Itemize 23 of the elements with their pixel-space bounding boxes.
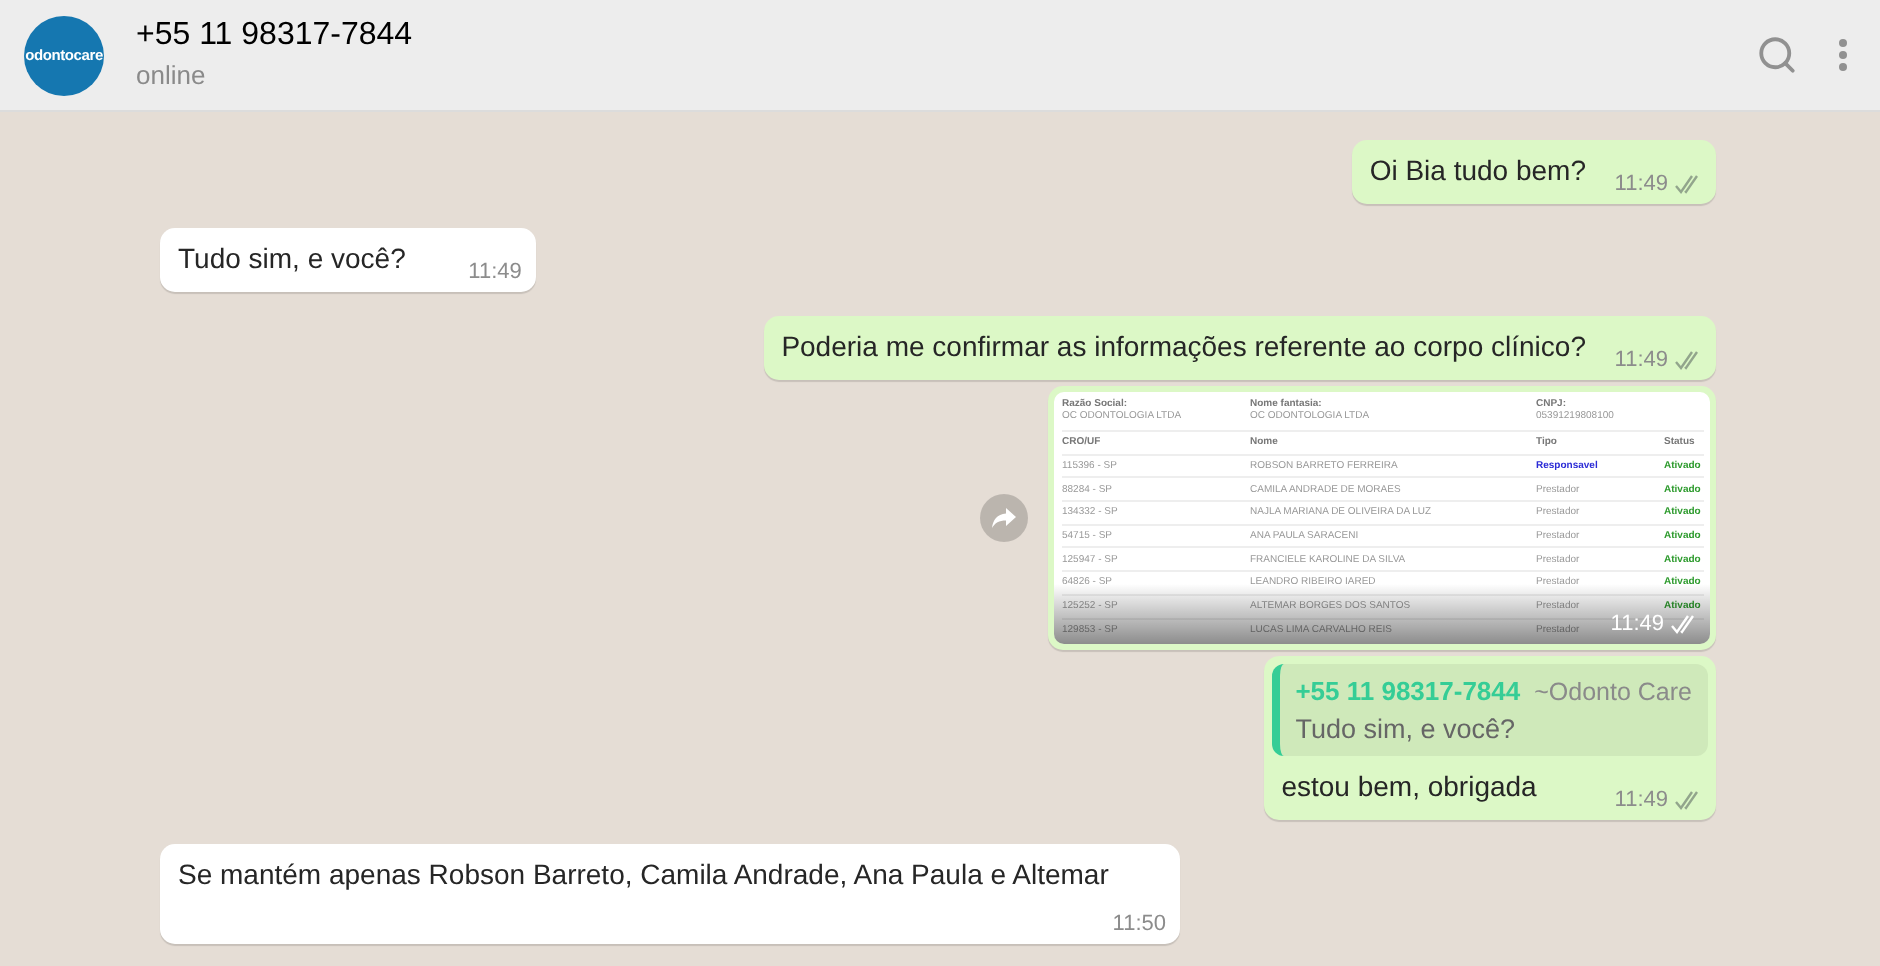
search-icon	[1756, 34, 1798, 76]
message-text: estou bem, obrigada	[1281, 770, 1537, 802]
message-time: 11:49	[1614, 788, 1668, 812]
menu-icon	[1838, 38, 1848, 72]
message-time: 11:50	[1112, 912, 1166, 936]
message-text: Oi Bia tudo bem?	[1369, 154, 1586, 186]
forward-icon	[992, 508, 1016, 528]
message-time: 11:49	[1614, 348, 1668, 372]
contact-name: +55 11 98317-7844	[136, 16, 415, 56]
menu-button[interactable]	[1838, 38, 1848, 72]
message-text: Poderia me confirmar as informações referente ao corpo clínico?	[781, 330, 1586, 362]
search-button[interactable]	[1756, 34, 1798, 76]
message-text: Se mantém apenas Robson Barreto, Camila Andrade, Ana Paula e Altemar	[178, 858, 1109, 890]
message-time: 11:49	[1614, 172, 1668, 196]
quote-author: +55 11 98317-7844	[1295, 676, 1521, 706]
message-time: 11:49	[1610, 612, 1664, 636]
quoted-message[interactable]: +55 11 98317-7844 ~Odonto Care Tudo sim, e você?	[1271, 664, 1708, 756]
message-time: 11:49	[468, 260, 522, 284]
quote-text: Tudo sim, e você?	[1295, 714, 1518, 744]
quote-author-name: ~Odonto Care	[1534, 678, 1692, 706]
forward-button[interactable]	[980, 494, 1028, 542]
contact-status: online	[136, 58, 208, 94]
message-text: Tudo sim, e você?	[178, 242, 406, 274]
